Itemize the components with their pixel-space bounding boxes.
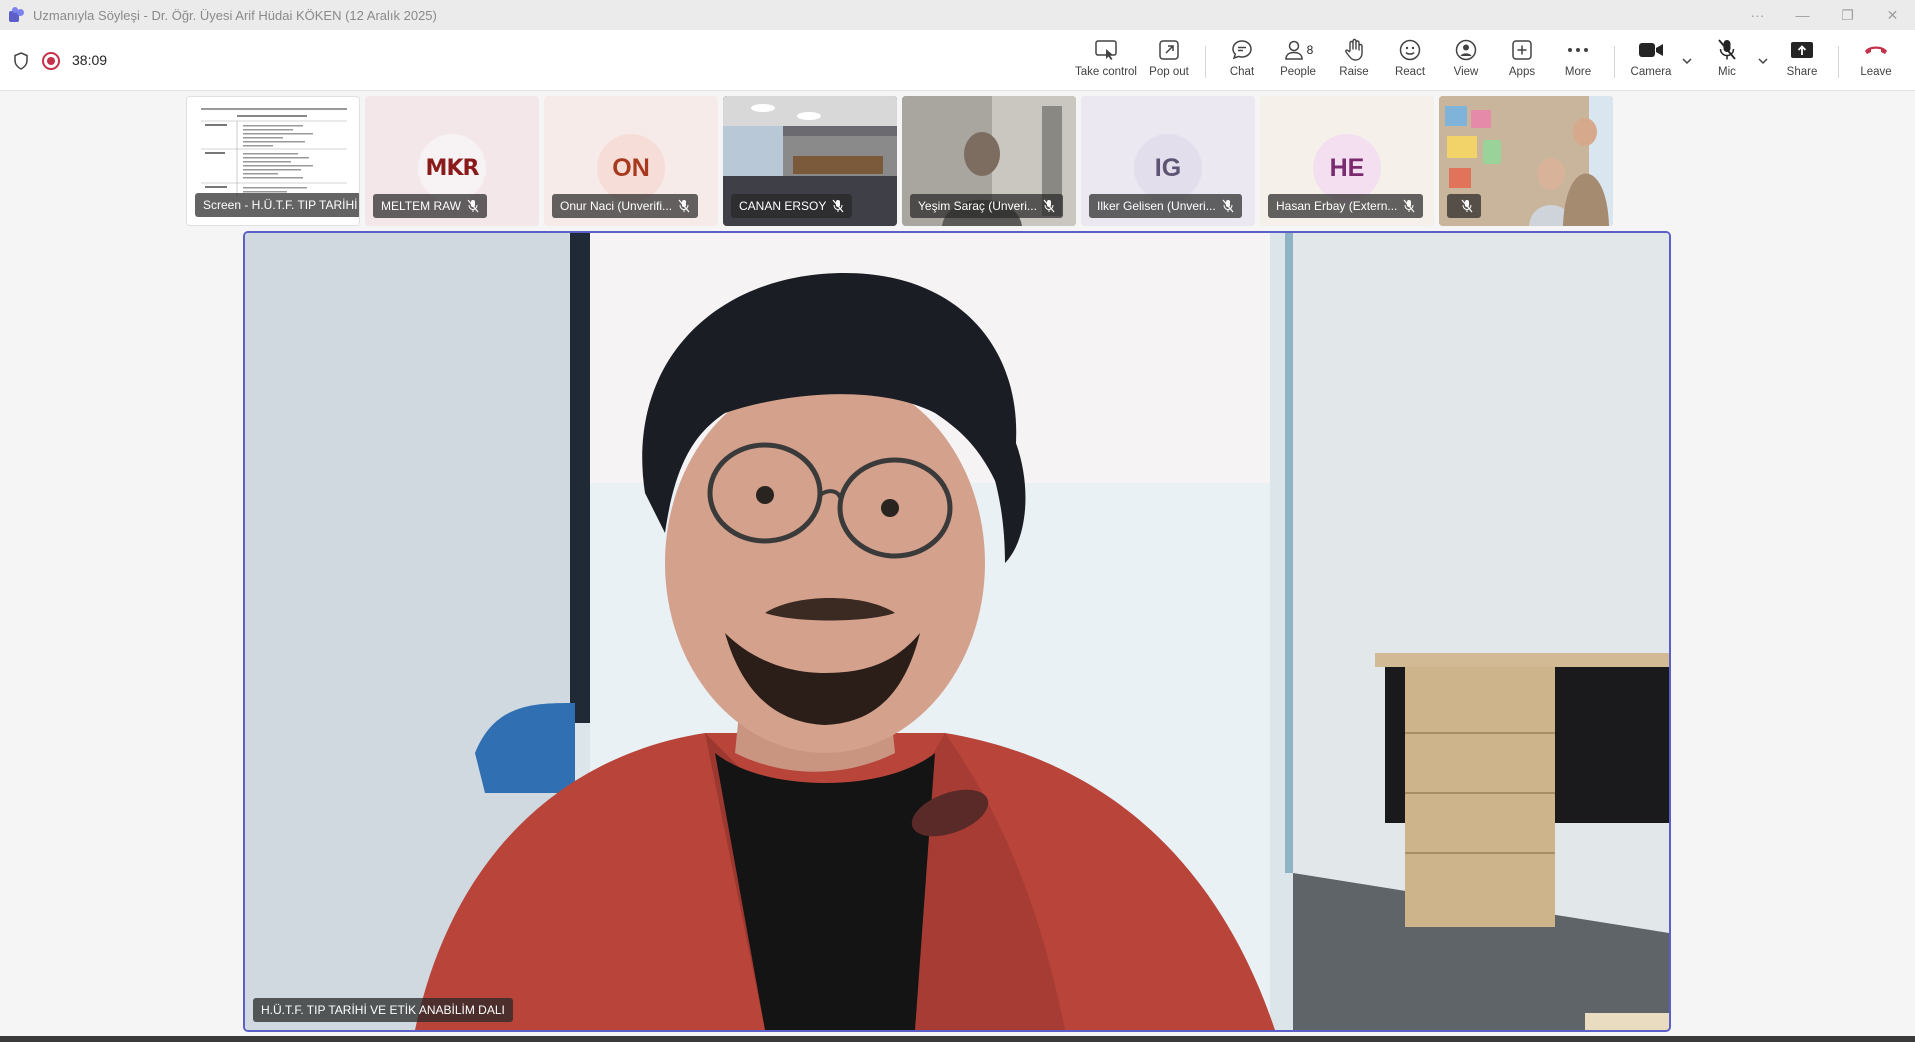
participant-name-tag [1447, 194, 1481, 218]
participant-tile-onur[interactable]: ON Onur Naci (Unverifi... [544, 96, 718, 226]
participant-name-tag: Screen - H.Ü.T.F. TIP TARİHİ VE ETİK... [195, 193, 359, 217]
window-title: Uzmanıyla Söyleşi - Dr. Öğr. Üyesi Arif … [33, 7, 437, 23]
take-control-button[interactable]: Take control [1074, 38, 1138, 84]
participant-name: MELTEM RAW [381, 199, 461, 213]
apps-plus-icon [1512, 40, 1532, 60]
share-icon [1791, 42, 1813, 58]
participant-name-tag: MELTEM RAW [373, 194, 487, 218]
participant-name: Ilker Gelisen (Unveri... [1097, 199, 1216, 213]
people-count: 8 [1306, 43, 1314, 57]
participant-name: Onur Naci (Unverifi... [560, 199, 673, 213]
take-control-icon [1095, 40, 1117, 60]
participant-avatar: ON [597, 134, 665, 202]
share-label: Share [1786, 66, 1818, 78]
participant-name-tag: CANAN ERSOY [731, 194, 853, 218]
pop-out-button[interactable]: Pop out [1137, 38, 1201, 84]
participant-tile-yesim[interactable]: Yeşim Saraç (Unveri... [902, 96, 1076, 226]
toolbar-divider [1614, 46, 1615, 78]
leave-label: Leave [1860, 66, 1892, 78]
react-button[interactable]: React [1378, 38, 1442, 84]
main-video-stage[interactable]: H.Ü.T.F. TIP TARİHİ VE ETİK ANABİLİM DAL… [243, 231, 1671, 1032]
chat-button[interactable]: Chat [1210, 38, 1274, 84]
mic-muted-icon [1403, 199, 1415, 213]
share-button[interactable]: Share [1770, 38, 1834, 84]
window-title-bar: Uzmanıyla Söyleşi - Dr. Öğr. Üyesi Arif … [0, 0, 1915, 30]
leave-button[interactable]: Leave [1844, 38, 1908, 84]
pop-out-icon [1159, 40, 1179, 60]
raise-label: Raise [1339, 66, 1369, 78]
participant-avatar: HE [1313, 134, 1381, 202]
view-button[interactable]: View [1434, 38, 1498, 84]
view-icon [1455, 39, 1477, 61]
people-label: People [1280, 66, 1316, 78]
camera-label: Camera [1630, 66, 1672, 78]
mic-label: Mic [1718, 66, 1736, 78]
smiley-icon [1399, 39, 1421, 61]
participant-tile-room[interactable] [1439, 96, 1613, 226]
participant-name-tag: Yeşim Saraç (Unveri... [910, 194, 1063, 218]
pop-out-label: Pop out [1149, 66, 1189, 78]
camera-icon [1639, 43, 1663, 57]
apps-button[interactable]: Apps [1490, 38, 1554, 84]
more-button[interactable]: More [1546, 38, 1610, 84]
mic-muted-icon [1718, 39, 1736, 60]
apps-label: Apps [1508, 66, 1536, 78]
toolbar-divider [1205, 46, 1206, 78]
people-icon [1284, 40, 1303, 60]
raise-hand-button[interactable]: Raise [1322, 38, 1386, 84]
participant-tile-meltem[interactable]: MKR MELTEM RAW [365, 96, 539, 226]
camera-options-chevron-icon[interactable] [1680, 54, 1694, 68]
participant-tile-canan[interactable]: CANAN ERSOY [723, 96, 897, 226]
teams-icon [9, 7, 25, 23]
participant-logo: MKR [418, 134, 486, 202]
raise-hand-icon [1345, 38, 1363, 61]
hang-up-icon [1865, 46, 1887, 54]
participant-tile-hasan[interactable]: HE Hasan Erbay (Extern... [1260, 96, 1434, 226]
participant-name: CANAN ERSOY [739, 199, 827, 213]
participant-name-tag: Ilker Gelisen (Unveri... [1089, 194, 1242, 218]
mic-button[interactable]: Mic [1695, 38, 1759, 84]
more-dots-icon [1568, 48, 1588, 52]
speaker-name-tag: H.Ü.T.F. TIP TARİHİ VE ETİK ANABİLİM DAL… [253, 998, 513, 1022]
meeting-toolbar: 38:09 Take control Pop out Chat 8 People… [0, 30, 1915, 91]
more-label: More [1564, 66, 1592, 78]
participant-tile-screen[interactable]: Screen - H.Ü.T.F. TIP TARİHİ VE ETİK... [186, 96, 360, 226]
meeting-timer: 38:09 [72, 52, 108, 68]
window-bottom-edge [0, 1036, 1915, 1042]
take-control-label: Take control [1074, 66, 1137, 78]
participant-name: Yeşim Saraç (Unveri... [918, 199, 1037, 213]
mic-muted-icon [1222, 199, 1234, 213]
view-label: View [1453, 66, 1479, 78]
mic-muted-icon [1043, 199, 1055, 213]
window-more-icon[interactable]: ··· [1735, 7, 1780, 23]
participant-name-tag: Onur Naci (Unverifi... [552, 194, 699, 218]
mic-muted-icon [832, 199, 844, 213]
participant-avatar: IG [1134, 134, 1202, 202]
mic-options-chevron-icon[interactable] [1756, 54, 1770, 68]
participant-name: Hasan Erbay (Extern... [1276, 199, 1398, 213]
people-button[interactable]: 8 People [1266, 38, 1330, 84]
minimize-button[interactable]: — [1780, 7, 1825, 23]
mic-muted-icon [1461, 199, 1473, 213]
react-label: React [1394, 66, 1426, 78]
restore-button[interactable]: ❐ [1825, 7, 1870, 24]
participant-tile-ilker[interactable]: IG Ilker Gelisen (Unveri... [1081, 96, 1255, 226]
mic-muted-icon [678, 199, 690, 213]
chat-label: Chat [1229, 66, 1255, 78]
toolbar-divider [1838, 46, 1839, 78]
chat-icon [1232, 40, 1252, 60]
participant-name: Screen - H.Ü.T.F. TIP TARİHİ VE ETİK... [203, 198, 359, 212]
shield-icon[interactable] [13, 52, 29, 70]
mic-muted-icon [467, 199, 479, 213]
participant-name-tag: Hasan Erbay (Extern... [1268, 194, 1424, 218]
camera-button[interactable]: Camera [1619, 38, 1683, 84]
recording-icon [42, 52, 60, 70]
speaker-video [245, 233, 1669, 1030]
close-button[interactable]: ✕ [1870, 7, 1915, 24]
